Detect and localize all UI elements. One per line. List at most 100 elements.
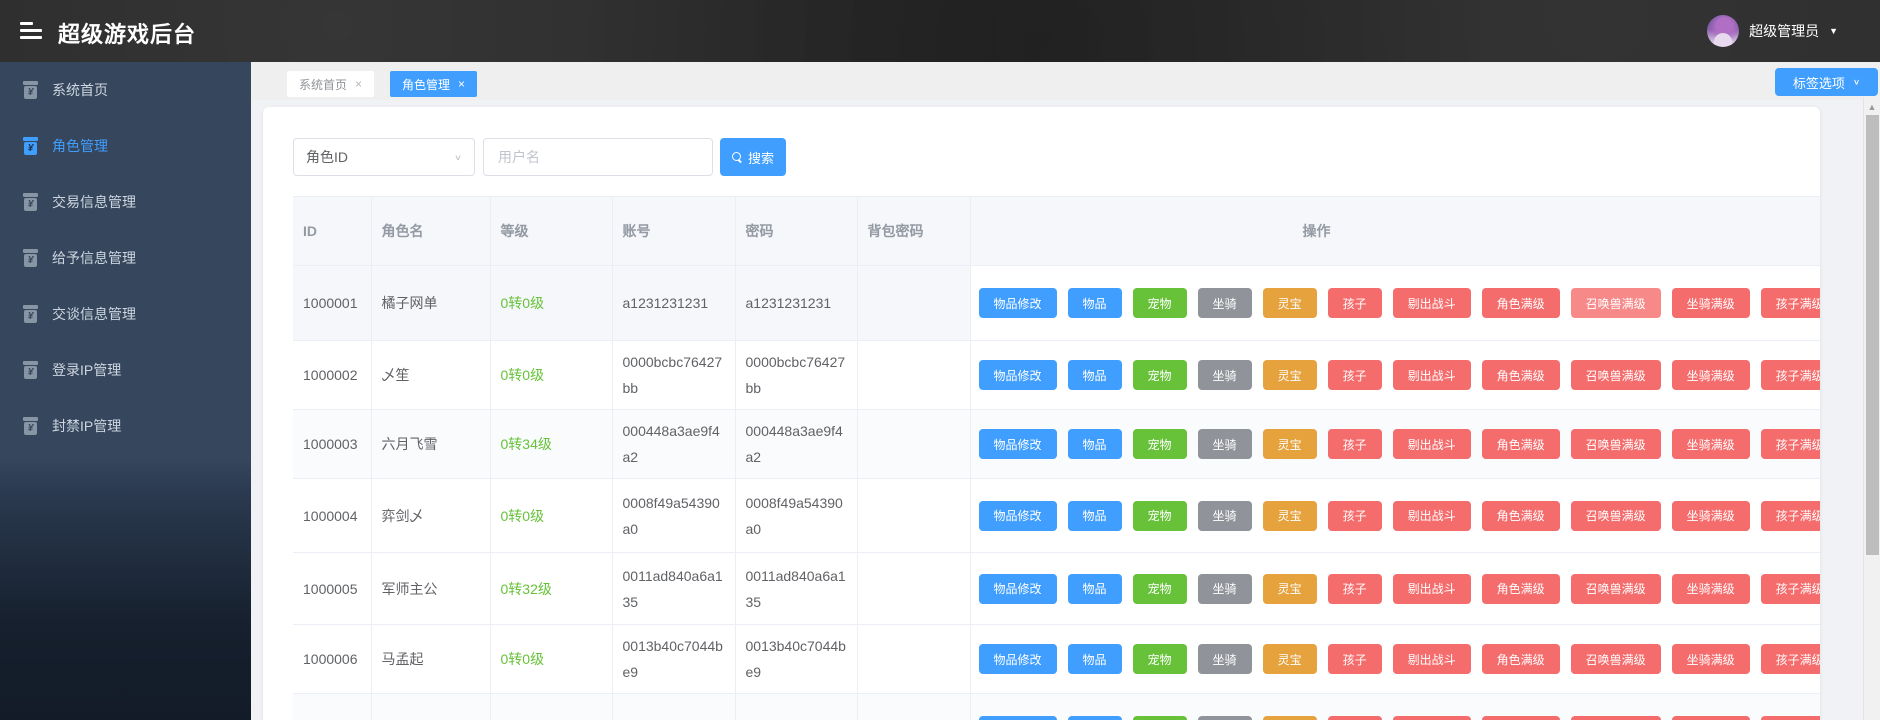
action-button-物品[interactable]: 物品 [1067, 644, 1122, 674]
action-button-角色满级[interactable]: 角色满级 [1481, 500, 1560, 531]
action-button-坐骑[interactable]: 坐骑 [1197, 429, 1252, 459]
action-button-灵宝[interactable]: 灵宝 [1262, 500, 1317, 531]
action-button-宠物[interactable]: 宠物 [1132, 644, 1187, 674]
action-button-灵宝[interactable]: 灵宝 [1262, 573, 1317, 604]
action-button-坐骑[interactable]: 坐骑 [1197, 500, 1252, 531]
action-button-剔出战斗[interactable]: 剔出战斗 [1392, 716, 1471, 720]
action-button-孩子满级[interactable]: 孩子满级 [1760, 716, 1820, 720]
vertical-scrollbar[interactable]: ▲ [1863, 97, 1880, 720]
action-button-召唤兽满级[interactable]: 召唤兽满级 [1570, 360, 1661, 390]
action-button-灵宝[interactable]: 灵宝 [1262, 644, 1317, 674]
action-button-孩子[interactable]: 孩子 [1327, 360, 1382, 390]
search-field-select[interactable]: 角色ID ∨ [293, 138, 475, 176]
action-button-角色满级[interactable]: 角色满级 [1481, 644, 1560, 674]
action-button-孩子[interactable]: 孩子 [1327, 716, 1382, 720]
sidebar-item-系统首页[interactable]: ¥ 系统首页 [0, 62, 251, 118]
sidebar-item-登录IP管理[interactable]: ¥ 登录IP管理 [0, 342, 251, 398]
action-button-宠物[interactable]: 宠物 [1132, 288, 1187, 318]
action-button-孩子[interactable]: 孩子 [1327, 288, 1382, 318]
action-button-坐骑满级[interactable]: 坐骑满级 [1671, 716, 1750, 720]
action-button-剔出战斗[interactable]: 剔出战斗 [1392, 500, 1471, 531]
action-button-坐骑满级[interactable]: 坐骑满级 [1671, 500, 1750, 531]
tag-options-button[interactable]: 标签选项 ∨ [1775, 68, 1878, 96]
sidebar-item-封禁IP管理[interactable]: ¥ 封禁IP管理 [0, 398, 251, 454]
sidebar-item-交谈信息管理[interactable]: ¥ 交谈信息管理 [0, 286, 251, 342]
action-button-剔出战斗[interactable]: 剔出战斗 [1392, 644, 1471, 674]
avatar[interactable] [1707, 15, 1740, 47]
tab-角色管理[interactable]: 角色管理 × [390, 71, 478, 97]
action-button-孩子[interactable]: 孩子 [1327, 573, 1382, 604]
action-button-孩子满级[interactable]: 孩子满级 [1760, 360, 1820, 390]
sidebar-item-给予信息管理[interactable]: ¥ 给予信息管理 [0, 230, 251, 286]
tab-系统首页[interactable]: 系统首页 × [287, 71, 375, 97]
user-menu[interactable]: 超级管理员 ▼ [1707, 0, 1838, 62]
action-button-角色满级[interactable]: 角色满级 [1481, 429, 1560, 459]
hamburger-menu-icon[interactable] [20, 22, 42, 39]
action-button-剔出战斗[interactable]: 剔出战斗 [1392, 288, 1471, 318]
close-icon[interactable]: × [458, 77, 465, 91]
action-button-角色满级[interactable]: 角色满级 [1481, 360, 1560, 390]
action-button-剔出战斗[interactable]: 剔出战斗 [1392, 360, 1471, 390]
action-button-物品[interactable]: 物品 [1067, 573, 1122, 604]
action-button-召唤兽满级[interactable]: 召唤兽满级 [1570, 644, 1661, 674]
action-button-剔出战斗[interactable]: 剔出战斗 [1392, 573, 1471, 604]
action-button-召唤兽满级[interactable]: 召唤兽满级 [1570, 500, 1661, 531]
action-button-灵宝[interactable]: 灵宝 [1262, 360, 1317, 390]
action-button-孩子[interactable]: 孩子 [1327, 429, 1382, 459]
scroll-up-icon[interactable]: ▲ [1864, 97, 1880, 112]
action-button-孩子[interactable]: 孩子 [1327, 500, 1382, 531]
action-button-孩子满级[interactable]: 孩子满级 [1760, 429, 1820, 459]
search-input[interactable] [483, 138, 713, 176]
action-button-物品[interactable]: 物品 [1067, 716, 1122, 720]
action-button-宠物[interactable]: 宠物 [1132, 360, 1187, 390]
action-button-物品修改[interactable]: 物品修改 [978, 288, 1057, 318]
sidebar-item-交易信息管理[interactable]: ¥ 交易信息管理 [0, 174, 251, 230]
action-button-坐骑[interactable]: 坐骑 [1197, 573, 1252, 604]
action-button-孩子满级[interactable]: 孩子满级 [1760, 644, 1820, 674]
action-button-召唤兽满级[interactable]: 召唤兽满级 [1570, 716, 1661, 720]
action-button-物品修改[interactable]: 物品修改 [978, 360, 1057, 390]
action-button-角色满级[interactable]: 角色满级 [1481, 573, 1560, 604]
action-button-物品[interactable]: 物品 [1067, 360, 1122, 390]
close-icon[interactable]: × [355, 77, 362, 91]
action-button-宠物[interactable]: 宠物 [1132, 500, 1187, 531]
action-button-物品修改[interactable]: 物品修改 [978, 573, 1057, 604]
action-button-孩子满级[interactable]: 孩子满级 [1760, 500, 1820, 531]
action-button-灵宝[interactable]: 灵宝 [1262, 288, 1317, 318]
action-button-坐骑[interactable]: 坐骑 [1197, 288, 1252, 318]
action-button-坐骑满级[interactable]: 坐骑满级 [1671, 573, 1750, 604]
sidebar-item-角色管理[interactable]: ¥ 角色管理 [0, 118, 251, 174]
action-button-坐骑[interactable]: 坐骑 [1197, 644, 1252, 674]
search-button[interactable]: 搜索 [720, 138, 786, 176]
action-button-物品[interactable]: 物品 [1067, 500, 1122, 531]
action-button-宠物[interactable]: 宠物 [1132, 573, 1187, 604]
action-button-角色满级[interactable]: 角色满级 [1481, 288, 1560, 318]
action-button-召唤兽满级[interactable]: 召唤兽满级 [1570, 573, 1661, 604]
action-button-坐骑[interactable]: 坐骑 [1197, 716, 1252, 720]
action-button-物品修改[interactable]: 物品修改 [978, 500, 1057, 531]
cell-level: 0转0级 [489, 265, 613, 341]
action-button-灵宝[interactable]: 灵宝 [1262, 429, 1317, 459]
action-button-召唤兽满级[interactable]: 召唤兽满级 [1570, 288, 1661, 318]
action-button-坐骑满级[interactable]: 坐骑满级 [1671, 360, 1750, 390]
action-button-孩子满级[interactable]: 孩子满级 [1760, 573, 1820, 604]
action-button-物品修改[interactable]: 物品修改 [978, 644, 1057, 674]
action-button-召唤兽满级[interactable]: 召唤兽满级 [1570, 429, 1661, 459]
action-button-灵宝[interactable]: 灵宝 [1262, 716, 1317, 720]
action-button-物品[interactable]: 物品 [1067, 288, 1122, 318]
action-button-坐骑[interactable]: 坐骑 [1197, 360, 1252, 390]
action-button-坐骑满级[interactable]: 坐骑满级 [1671, 429, 1750, 459]
action-button-剔出战斗[interactable]: 剔出战斗 [1392, 429, 1471, 459]
action-button-坐骑满级[interactable]: 坐骑满级 [1671, 288, 1750, 318]
action-button-孩子[interactable]: 孩子 [1327, 644, 1382, 674]
action-button-宠物[interactable]: 宠物 [1132, 716, 1187, 720]
action-button-角色满级[interactable]: 角色满级 [1481, 716, 1560, 720]
action-button-宠物[interactable]: 宠物 [1132, 429, 1187, 459]
action-button-孩子满级[interactable]: 孩子满级 [1760, 288, 1820, 318]
action-button-坐骑满级[interactable]: 坐骑满级 [1671, 644, 1750, 674]
action-button-物品修改[interactable]: 物品修改 [978, 716, 1057, 720]
table-header-row: ID 角色名 等级 账号 密码 背包密码 操作 [293, 196, 1820, 266]
action-button-物品[interactable]: 物品 [1067, 429, 1122, 459]
scrollbar-thumb[interactable] [1866, 115, 1879, 555]
action-button-物品修改[interactable]: 物品修改 [978, 429, 1057, 459]
